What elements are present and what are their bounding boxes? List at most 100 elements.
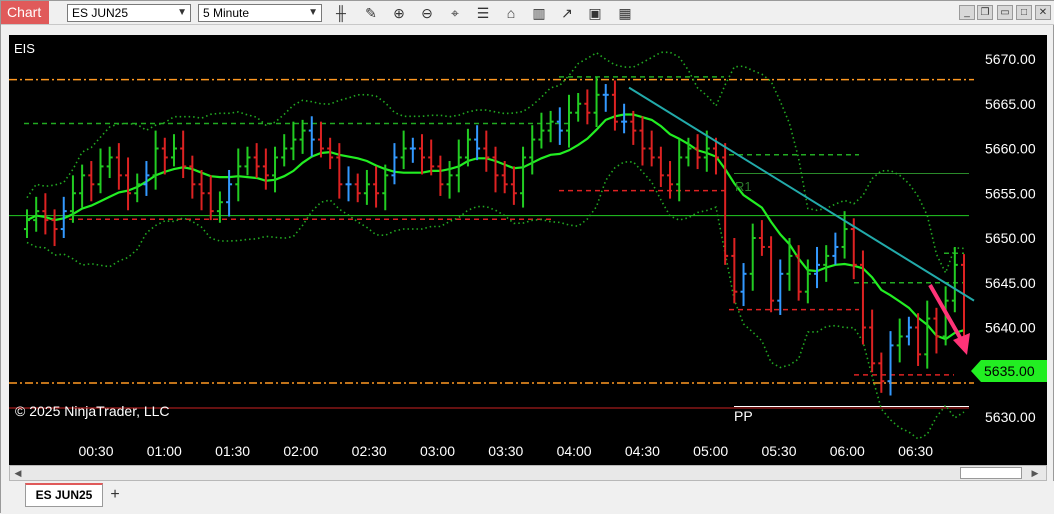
price-bar [621,103,628,134]
price-bar [400,130,407,170]
instrument-value: ES JUN25 [72,6,129,20]
maximize-button[interactable]: □ [1016,5,1032,20]
price-bar [437,155,444,196]
tab-bar: ES JUN25 + [1,481,1054,514]
price-bar [198,169,205,211]
horizontal-scrollbar[interactable]: ◀ ▶ [9,465,1047,481]
price-bar [814,246,821,289]
instrument-selector[interactable]: ES JUN25 ▼ [67,4,191,22]
price-bar [556,107,563,145]
price-bar [373,166,380,208]
add-tab-button[interactable]: + [106,487,124,503]
x-tick-label: 00:30 [78,443,113,459]
zoom-out-icon[interactable]: ⊖ [417,3,437,23]
x-tick-label: 02:00 [283,443,318,459]
lower-band [26,161,965,440]
chart-canvas[interactable]: 5670.00 5665.00 5660.00 5655.00 5650.00 5645.… [9,35,1047,465]
price-bar [547,110,554,143]
tab-es-jun25[interactable]: ES JUN25 [25,483,103,507]
price-bar [611,80,618,131]
price-bar [253,143,260,179]
y-tick-label: 5655.00 [985,185,1036,201]
price-bar [575,93,582,122]
minimize-button[interactable]: _ [959,5,975,20]
close-button[interactable]: ✕ [1035,5,1051,20]
price-bar [639,116,646,166]
y-tick-label: 5665.00 [985,96,1036,112]
r1-label: R1 [735,179,752,194]
price-bar [758,220,765,256]
price-bar [33,196,40,232]
price-chart[interactable]: 5670.00 5665.00 5660.00 5655.00 5650.00 5645.… [9,35,1047,465]
pp-label: PP [734,408,753,424]
price-bar [88,161,95,202]
tile-window-button[interactable]: ▭ [997,5,1013,20]
x-tick-label: 02:30 [352,443,387,459]
x-tick-label: 01:30 [215,443,250,459]
price-bar [79,164,86,208]
price-bar [97,148,104,194]
price-bar [382,164,389,211]
price-bar [841,211,848,259]
price-bar [584,89,591,125]
price-bar [24,209,30,238]
restore-button[interactable]: ❐ [977,5,993,20]
price-bar [887,331,894,396]
bar-type-icon[interactable]: ╫ [331,3,351,23]
price-bar [244,146,251,176]
x-tick-label: 06:30 [898,443,933,459]
toolbar: Chart ES JUN25 ▼ 5 Minute ▼ ╫ ✎ ⊕ ⊖ ⌖ ☰ … [1,1,1054,25]
price-bar [832,232,839,265]
price-bar [924,300,931,369]
price-bar [749,223,756,291]
symbol-label: EIS [14,41,35,56]
price-bar [593,76,600,128]
scroll-thumb[interactable] [960,467,1022,479]
x-tick-label: 06:00 [830,443,865,459]
chart-window: Chart ES JUN25 ▼ 5 Minute ▼ ╫ ✎ ⊕ ⊖ ⌖ ☰ … [0,0,1054,514]
price-bar [152,130,159,190]
price-bar [189,155,196,199]
price-bar [565,94,572,148]
price-bar [915,313,922,366]
zoom-in-icon[interactable]: ⊕ [389,3,409,23]
export-icon[interactable]: ▣ [585,3,605,23]
price-bar [538,112,545,149]
price-bar [170,134,177,167]
chevron-down-icon: ▼ [308,7,318,18]
price-bar [740,263,747,307]
price-bar [859,250,866,345]
price-bar [207,175,214,221]
indicators-icon[interactable]: ⌂ [501,3,521,23]
x-tick-label: 03:30 [488,443,523,459]
price-bar [308,116,315,157]
price-bar [272,146,279,193]
draw-pencil-icon[interactable]: ✎ [361,3,381,23]
interval-selector[interactable]: 5 Minute ▼ [198,4,322,22]
scroll-left-icon[interactable]: ◀ [13,468,23,478]
price-bar [106,146,113,179]
x-tick-label: 05:00 [693,443,728,459]
strategies-icon[interactable]: ▥ [529,3,549,23]
price-bar [391,143,398,185]
price-bar [676,139,683,202]
y-tick-label: 5650.00 [985,230,1036,246]
trend-line [628,86,975,302]
y-tick-label: 5640.00 [985,320,1036,336]
tile-icon[interactable]: ▦ [615,3,635,23]
templates-icon[interactable]: ↗ [557,3,577,23]
price-bar [409,137,416,163]
price-bar [896,318,903,363]
price-bar [648,130,655,167]
y-tick-label: 5660.00 [985,141,1036,157]
price-bar [602,84,609,112]
x-tick-label: 01:00 [147,443,182,459]
price-bar [345,166,352,202]
properties-icon[interactable]: ☰ [473,3,493,23]
scroll-right-icon[interactable]: ▶ [1030,468,1040,478]
price-bar [216,191,223,223]
price-bar [143,161,150,196]
price-bar [51,209,58,247]
y-tick-label: 5645.00 [985,275,1036,291]
crosshair-icon[interactable]: ⌖ [445,3,465,23]
